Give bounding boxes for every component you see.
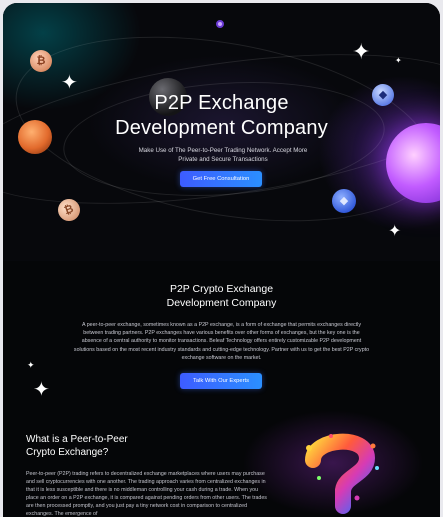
section-two-title-line2: Development Company (166, 297, 277, 309)
sparkle-icon: ✦ (33, 379, 50, 401)
hero-title-line1: P2P Exchange (154, 92, 289, 114)
talk-with-our-experts-button[interactable]: Talk With Our Experts (180, 373, 262, 389)
section-three-title: What is a Peer-to-Peer Crypto Exchange? (26, 433, 128, 459)
section-two-paragraph: A peer-to-peer exchange, sometimes known… (73, 322, 370, 361)
small-ring-icon (216, 20, 224, 28)
hero-title: P2P Exchange Development Company (3, 91, 440, 141)
section-two-title: P2P Crypto Exchange Development Company (3, 282, 440, 310)
sparkle-icon: ✦ (27, 360, 35, 370)
section-three-title-line1: What is a Peer-to-Peer (26, 434, 128, 445)
sparkle-icon: ✦ (352, 39, 371, 64)
section-three-title-line2: Crypto Exchange? (26, 447, 109, 458)
hero-section: ₿ ₿ ◆ ◆ ✦ ✦ ✦ ✦ P2P Exchange Development… (3, 3, 440, 261)
section-two-title-line1: P2P Crypto Exchange (169, 283, 274, 295)
page-frame: ₿ ₿ ◆ ◆ ✦ ✦ ✦ ✦ P2P Exchange Development… (3, 3, 440, 517)
get-free-consultation-button[interactable]: Get Free Consultation (180, 171, 262, 187)
hero-subtitle: Make Use of The Peer-to-Peer Trading Net… (123, 146, 323, 164)
sparkle-icon: ✦ (388, 223, 402, 240)
hero-subtitle-line1: Make Use of The Peer-to-Peer Trading Net… (138, 147, 308, 154)
hero-subtitle-line2: Private and Secure Transactions (178, 156, 268, 163)
colorful-question-mark-icon (305, 433, 379, 514)
hero-title-line2: Development Company (115, 117, 328, 139)
bitcoin-coin-icon: ₿ (30, 50, 52, 72)
sparkle-icon: ✦ (395, 56, 402, 65)
ethereum-coin-icon: ◆ (332, 189, 356, 213)
section-three-paragraph: Peer-to-peer (P2P) trading refers to dec… (26, 471, 267, 517)
sparkle-icon: ✦ (61, 72, 78, 94)
